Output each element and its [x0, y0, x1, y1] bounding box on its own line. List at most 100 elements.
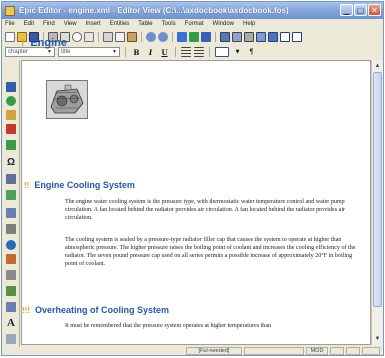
heading-text: Engine Cooling System [34, 180, 135, 190]
chevron-down-icon[interactable]: ▼ [232, 47, 243, 57]
paste-icon[interactable] [127, 32, 137, 42]
paragraph[interactable]: It must be remembered that the pressure … [65, 322, 365, 330]
close-button[interactable]: ✕ [368, 4, 381, 16]
scroll-down-icon[interactable]: ▼ [373, 334, 382, 343]
heading-overheating[interactable]: !!! Overheating of Cooling System [22, 305, 169, 315]
chevron-down-icon: ▼ [112, 49, 117, 55]
table-icon[interactable] [220, 32, 230, 42]
delete-icon[interactable] [6, 124, 16, 134]
status-empty-cell [330, 347, 344, 355]
window-split-icon[interactable] [280, 32, 290, 42]
toolbar-separator [209, 47, 210, 57]
undo-icon[interactable] [146, 32, 156, 42]
tag-select-value: chapter [8, 49, 29, 55]
numbered-list-icon[interactable] [181, 47, 191, 57]
paragraph[interactable]: The engine water cooling system is the p… [65, 198, 365, 222]
arrow-tool-icon[interactable] [6, 334, 16, 344]
menu-insert[interactable]: Insert [86, 21, 101, 27]
menu-window[interactable]: Window [213, 21, 234, 27]
green-block-icon[interactable] [6, 190, 16, 200]
menu-tools[interactable]: Tools [162, 21, 176, 27]
chevron-down-icon: ▼ [47, 49, 52, 55]
heading-text: Overheating of Cooling System [35, 305, 170, 315]
app-icon [5, 5, 15, 16]
globe-icon[interactable] [6, 240, 16, 250]
italic-button[interactable]: I [145, 47, 156, 57]
graphic-insert-icon[interactable] [6, 254, 16, 264]
status-empty-cell [362, 347, 380, 355]
tag-marker: !! [24, 181, 30, 190]
vertical-scrollbar[interactable]: ▲ ▼ [371, 60, 383, 345]
cut-icon[interactable] [103, 32, 113, 42]
status-empty-cell [244, 347, 304, 355]
refresh-icon[interactable] [6, 96, 16, 106]
window-title: Epic Editor - engine.xml - Editor View (… [19, 6, 289, 15]
paragraph[interactable]: The cooling system is sealed by a pressu… [65, 236, 365, 268]
heading-engine-cooling-system[interactable]: !! Engine Cooling System [24, 180, 135, 190]
change-element-icon[interactable] [189, 32, 199, 42]
scroll-up-icon[interactable]: ▲ [373, 61, 382, 70]
status-bar: [Ful-needed] MOD [2, 346, 383, 355]
element-palette: Ω A [2, 60, 20, 347]
toolbar-separator [172, 32, 173, 42]
menu-edit[interactable]: Edit [24, 21, 34, 27]
copy-icon[interactable] [115, 32, 125, 42]
table-cell-icon[interactable] [6, 302, 16, 312]
status-empty-cell [346, 347, 360, 355]
grid-icon[interactable] [6, 270, 16, 280]
tag-display-icon[interactable] [244, 32, 254, 42]
editor-window: Epic Editor - engine.xml - Editor View (… [1, 1, 384, 356]
insert-element-icon[interactable] [177, 32, 187, 42]
spellcheck-icon[interactable] [84, 32, 94, 42]
text-style-icon[interactable]: A [6, 318, 16, 329]
bulleted-list-icon[interactable] [194, 47, 204, 57]
heading-text: Engine [30, 37, 68, 49]
window-controls: ▁ ▢ ✕ [340, 4, 381, 16]
window-tile-icon[interactable] [292, 32, 302, 42]
bold-button[interactable]: B [131, 47, 142, 57]
minimize-button[interactable]: ▁ [340, 4, 353, 16]
figure-icon[interactable] [6, 224, 16, 234]
check-icon[interactable] [6, 140, 16, 150]
toolbar-separator [141, 32, 142, 42]
scrollbar-thumb[interactable] [373, 72, 382, 307]
toolbar-separator [125, 47, 126, 57]
maximize-button[interactable]: ▢ [354, 4, 367, 16]
status-validity: [Ful-needed] [186, 347, 242, 355]
menu-find[interactable]: Find [43, 21, 55, 27]
menu-view[interactable]: View [64, 21, 77, 27]
menu-file[interactable]: File [5, 21, 15, 27]
omega-icon[interactable]: Ω [6, 158, 16, 168]
edit-pencil-icon[interactable] [6, 110, 16, 120]
title-bar[interactable]: Epic Editor - engine.xml - Editor View (… [2, 2, 383, 19]
engine-illustration [47, 81, 87, 118]
link-icon[interactable] [6, 208, 16, 218]
element-select-value: title [61, 49, 71, 55]
pilcrow-icon[interactable]: ¶ [246, 47, 257, 57]
list-icon[interactable] [6, 286, 16, 296]
menu-format[interactable]: Format [185, 21, 204, 27]
menu-bar: File Edit Find View Insert Entities Tabl… [2, 19, 383, 29]
special-char-icon[interactable] [6, 174, 16, 184]
heading-engine[interactable]: ! Engine [21, 37, 67, 49]
find-icon[interactable] [72, 32, 82, 42]
status-mode: MOD [306, 347, 328, 355]
composer-icon[interactable] [268, 32, 278, 42]
toolbar-separator [98, 32, 99, 42]
view-icon[interactable] [256, 32, 266, 42]
toolbar-separator [175, 47, 176, 57]
graphic-icon[interactable] [232, 32, 242, 42]
structure-icon[interactable] [6, 82, 16, 92]
engine-figure-image[interactable] [46, 80, 88, 119]
redo-icon[interactable] [158, 32, 168, 42]
menu-help[interactable]: Help [243, 21, 255, 27]
insert-table-icon[interactable] [215, 47, 229, 57]
underline-button[interactable]: U [159, 47, 170, 57]
split-element-icon[interactable] [201, 32, 211, 42]
element-select[interactable]: title ▼ [58, 47, 120, 57]
menu-table[interactable]: Table [138, 21, 152, 27]
tag-marker: ! [21, 38, 25, 49]
new-document-icon[interactable] [5, 32, 15, 42]
menu-entities[interactable]: Entities [110, 21, 130, 27]
toolbar-separator [215, 32, 216, 42]
